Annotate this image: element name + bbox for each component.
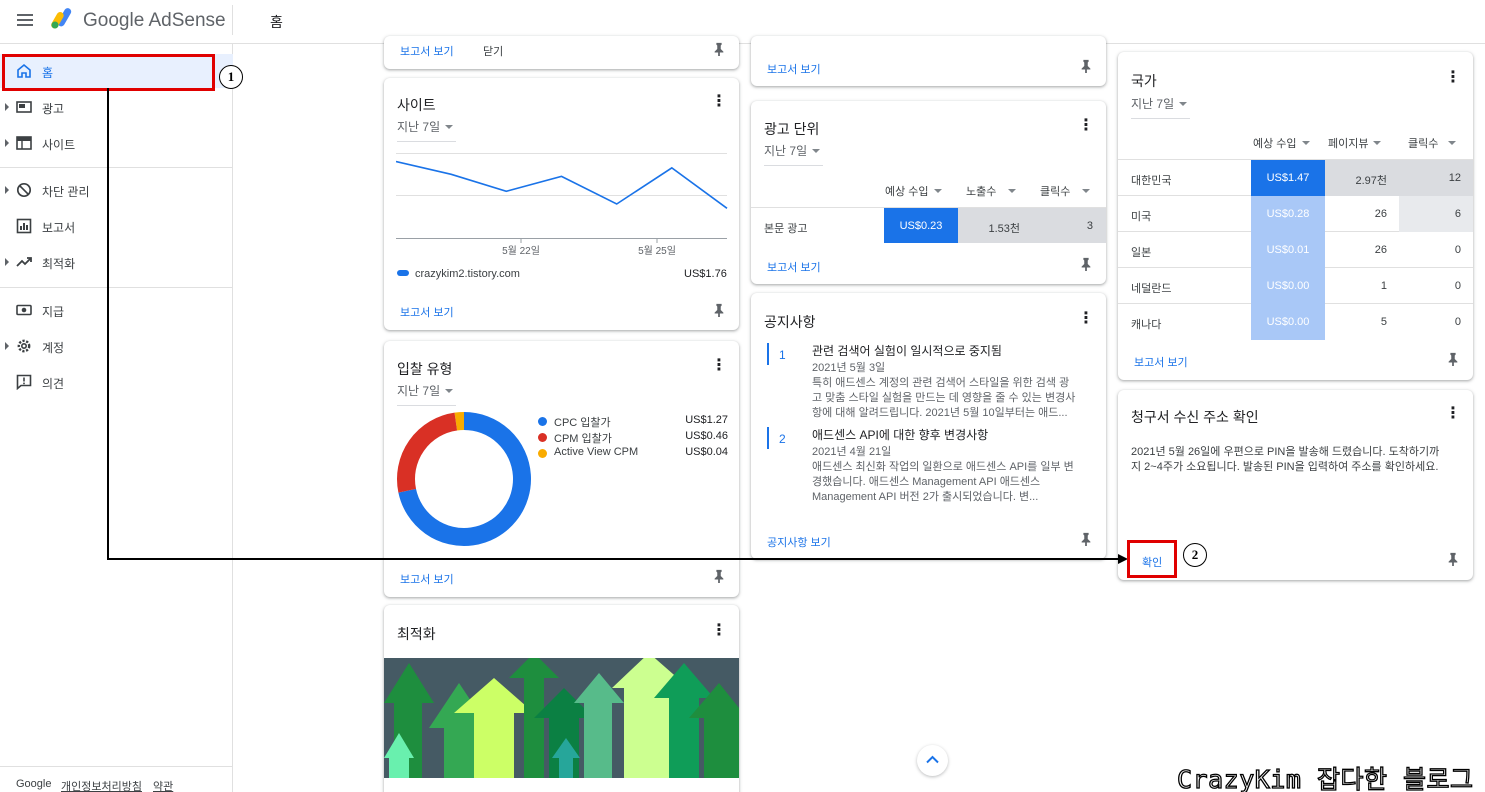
row-name: 일본 <box>1131 247 1152 259</box>
annotation-number: 2 <box>1183 543 1207 567</box>
payments-icon <box>16 304 32 316</box>
scroll-top-button[interactable] <box>917 745 948 776</box>
more-vert-icon[interactable]: ⋮ <box>1445 70 1461 86</box>
annotation-arrow <box>107 88 1128 564</box>
cell-earnings: US$0.01 <box>1266 244 1310 256</box>
pin-icon[interactable] <box>1079 59 1093 73</box>
column-header-label: 예상 수입 <box>1253 138 1297 150</box>
annotation-number: 1 <box>219 65 243 89</box>
card-title: 청구서 수신 주소 확인 <box>1131 409 1259 425</box>
sidebar-divider <box>0 766 233 767</box>
adsense-logo-icon <box>51 8 72 29</box>
more-vert-icon[interactable]: ⋮ <box>711 623 727 639</box>
expand-arrow-icon[interactable] <box>5 342 9 350</box>
sidebar-item-label: 최적화 <box>42 257 76 271</box>
card-title: 국가 <box>1131 73 1157 89</box>
report-link[interactable]: 보고서 보기 <box>400 43 454 59</box>
highlight-box-confirm <box>1127 540 1177 578</box>
period-select[interactable]: 지난 7일 <box>1131 95 1190 119</box>
cell-pageviews: 5 <box>1380 316 1387 328</box>
sidebar-item-label: 지급 <box>42 305 65 319</box>
pin-icon[interactable] <box>1446 352 1460 366</box>
footer-google: Google <box>16 778 52 790</box>
row-name: 대한민국 <box>1131 175 1172 187</box>
column2-top-card: 보고서 보기 <box>751 36 1106 86</box>
report-link[interactable]: 보고서 보기 <box>1134 354 1188 370</box>
expand-arrow-icon[interactable] <box>5 258 9 266</box>
table-row[interactable]: 미국 US$0.28 26 6 <box>1118 196 1473 232</box>
watermark: CrazyKim 잡다한 블로그 <box>1176 764 1474 792</box>
period-label: 지난 7일 <box>1131 97 1175 111</box>
table-row[interactable]: 대한민국 US$1.47 2.97천 12 <box>1118 160 1473 196</box>
sidebar-item-label: 차단 관리 <box>42 185 90 199</box>
optimization-arrows-image <box>384 658 739 778</box>
more-vert-icon[interactable]: ⋮ <box>1445 406 1461 422</box>
cell-pageviews: 2.97천 <box>1355 175 1387 187</box>
report-link[interactable]: 보고서 보기 <box>767 61 821 77</box>
sidebar-item-label: 사이트 <box>42 138 76 152</box>
cell-pageviews: 1 <box>1380 280 1387 292</box>
close-link[interactable]: 닫기 <box>483 43 503 59</box>
cell-clicks: 0 <box>1454 280 1461 292</box>
highlight-box-home <box>2 54 215 91</box>
pin-icon[interactable] <box>1446 552 1460 566</box>
cell-clicks: 0 <box>1454 244 1461 256</box>
block-icon <box>16 182 32 198</box>
sites-icon <box>16 136 32 150</box>
trending-up-icon <box>16 257 32 267</box>
terms-link[interactable]: 약관 <box>153 778 173 792</box>
cell-earnings: US$0.28 <box>1266 208 1310 220</box>
row-name: 캐나다 <box>1131 319 1162 331</box>
table-row[interactable]: 네덜란드 US$0.00 1 0 <box>1118 268 1473 304</box>
optimization-card: 최적화 ⋮ <box>384 605 739 792</box>
column-header-pageviews[interactable]: 페이지뷰 <box>1328 135 1382 151</box>
cell-earnings: US$1.47 <box>1266 172 1310 184</box>
column-header-clicks[interactable]: 클릭수 <box>1408 135 1457 151</box>
row-name: 네덜란드 <box>1131 283 1172 295</box>
expand-arrow-icon[interactable] <box>5 103 9 111</box>
card-title: 최적화 <box>397 626 436 642</box>
cell-pageviews: 26 <box>1374 244 1387 256</box>
cell-clicks: 6 <box>1454 208 1461 220</box>
ads-icon <box>16 101 32 113</box>
column-header-earnings[interactable]: 예상 수입 <box>1253 135 1310 151</box>
cell-pageviews: 26 <box>1374 208 1387 220</box>
report-link[interactable]: 보고서 보기 <box>400 571 454 587</box>
country-card: 국가 ⋮ 지난 7일 예상 수입 페이지뷰 클릭수 대한민국 US$1.47 2.9… <box>1118 52 1473 380</box>
cell-earnings: US$0.00 <box>1266 316 1310 328</box>
pin-icon[interactable] <box>712 569 726 583</box>
column-header-label: 페이지뷰 <box>1328 138 1369 150</box>
header-divider <box>232 5 233 35</box>
expand-arrow-icon[interactable] <box>5 186 9 194</box>
feedback-icon <box>16 374 32 390</box>
table-row[interactable]: 일본 US$0.01 26 0 <box>1118 232 1473 268</box>
cell-clicks: 12 <box>1448 172 1461 184</box>
billing-text-line: 지 2~4주가 소요됩니다. 발송된 PIN을 입력하여 주소를 확인하세요. <box>1131 461 1439 473</box>
pin-icon[interactable] <box>712 42 726 56</box>
sidebar-item-label: 보고서 <box>42 221 76 235</box>
row-name: 미국 <box>1131 211 1152 223</box>
billing-text-line: 2021년 5월 26일에 우편으로 PIN을 발송해 드렸습니다. 도착하기까 <box>1131 446 1440 458</box>
product-name: Google AdSense <box>83 10 226 31</box>
top-bar: Google AdSense 홈 <box>0 0 1485 44</box>
cell-clicks: 0 <box>1454 316 1461 328</box>
table-row[interactable]: 캐나다 US$0.00 5 0 <box>1118 304 1473 340</box>
expand-arrow-icon[interactable] <box>5 139 9 147</box>
sidebar-item-label: 계정 <box>42 341 65 355</box>
reports-icon <box>16 218 32 234</box>
privacy-link[interactable]: 개인정보처리방침 <box>61 778 142 792</box>
page-title: 홈 <box>270 14 283 30</box>
chevron-up-icon <box>926 755 939 764</box>
cell-earnings: US$0.00 <box>1266 280 1310 292</box>
column-header-label: 클릭수 <box>1408 138 1439 150</box>
top-card-partial: 보고서 보기 닫기 <box>384 36 739 69</box>
gear-icon <box>17 339 31 353</box>
menu-icon[interactable] <box>17 14 33 26</box>
sidebar-item-label: 의견 <box>42 377 65 391</box>
sidebar-item-label: 광고 <box>42 102 65 116</box>
